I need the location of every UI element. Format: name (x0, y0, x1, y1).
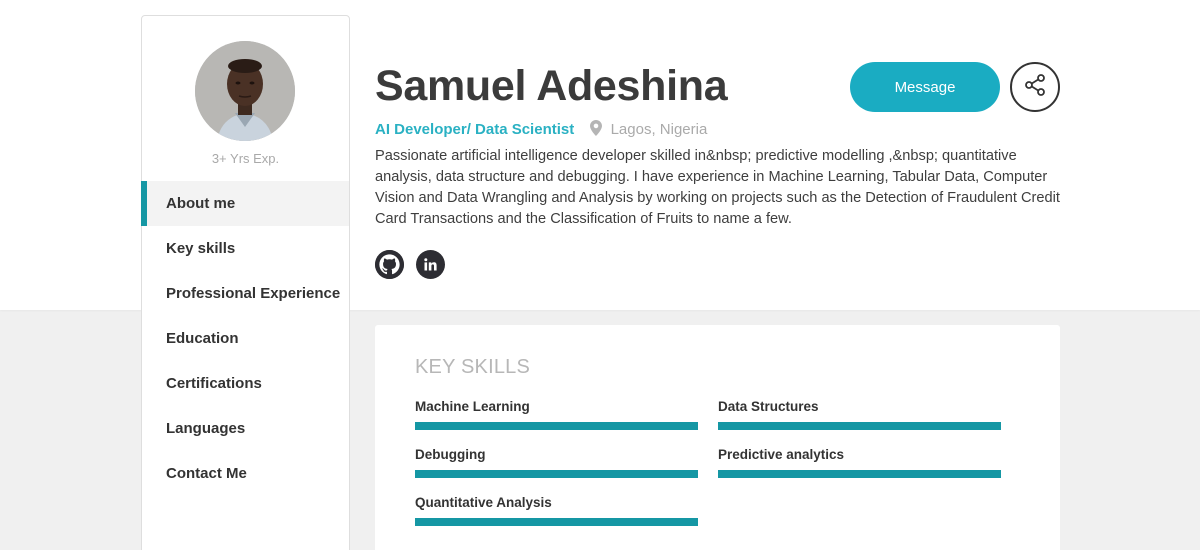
key-skills-heading: KEY SKILLS (415, 356, 531, 378)
skill-item: Machine Learning (415, 399, 698, 430)
skill-bar-fill (415, 518, 698, 526)
skill-bar (415, 518, 698, 526)
sidebar-item-certifications[interactable]: Certifications (142, 361, 349, 406)
skill-item: Predictive analytics (718, 447, 1001, 478)
share-button[interactable] (1010, 62, 1060, 112)
sidebar-item-key-skills[interactable]: Key skills (142, 226, 349, 271)
skill-name: Data Structures (718, 399, 819, 414)
message-button[interactable]: Message (850, 62, 1000, 112)
sidebar-nav: About me Key skills Professional Experie… (141, 181, 349, 496)
sidebar-item-education[interactable]: Education (142, 316, 349, 361)
location-pin-icon (590, 120, 603, 140)
skill-bar-fill (415, 470, 698, 478)
sidebar: 3+ Yrs Exp. About me Key skills Professi… (141, 15, 350, 550)
sidebar-item-languages[interactable]: Languages (142, 406, 349, 451)
skill-bar (415, 422, 698, 430)
profile-name: Samuel Adeshina (375, 62, 728, 110)
skill-bar (718, 422, 1001, 430)
skill-bar-fill (415, 422, 698, 430)
sidebar-item-professional-experience[interactable]: Professional Experience (142, 271, 349, 316)
skill-name: Quantitative Analysis (415, 495, 552, 510)
key-skills-card: KEY SKILLS Machine Learning Data Structu… (375, 325, 1060, 550)
share-icon (1023, 73, 1047, 102)
skill-bar (415, 470, 698, 478)
skill-bar-fill (718, 422, 1001, 430)
role-location-line: AI Developer/ Data Scientist Lagos, Nige… (375, 120, 707, 140)
avatar (195, 41, 295, 141)
linkedin-icon[interactable] (416, 250, 445, 279)
profile-location: Lagos, Nigeria (610, 121, 708, 138)
sidebar-item-about-me[interactable]: About me (141, 181, 349, 226)
skill-item: Quantitative Analysis (415, 495, 698, 526)
profile-bio: Passionate artificial intelligence devel… (375, 148, 1060, 227)
profile-role: AI Developer/ Data Scientist (375, 121, 575, 138)
skill-item: Debugging (415, 447, 698, 478)
skill-bar-fill (718, 470, 1001, 478)
skill-name: Predictive analytics (718, 447, 845, 462)
sidebar-item-contact-me[interactable]: Contact Me (142, 451, 349, 496)
experience-label: 3+ Yrs Exp. (211, 151, 280, 166)
skill-item: Data Structures (718, 399, 1001, 430)
github-icon[interactable] (375, 250, 404, 279)
skill-name: Machine Learning (415, 399, 530, 414)
skill-bar (718, 470, 1001, 478)
social-links (375, 250, 445, 279)
skill-name: Debugging (415, 447, 486, 462)
